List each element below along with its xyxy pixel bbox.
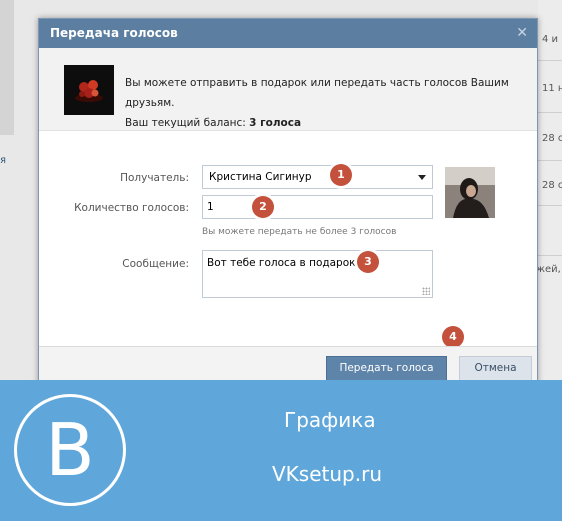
logo-letter: B	[45, 408, 95, 492]
step-marker-4: 4	[442, 326, 464, 348]
background-item: 11 н	[542, 83, 562, 94]
chevron-down-icon	[418, 175, 426, 180]
recipient-avatar	[445, 167, 495, 218]
background-left-panel	[0, 0, 14, 135]
step-marker-2: 2	[252, 196, 274, 218]
cancel-button[interactable]: Отмена	[459, 356, 532, 381]
step-marker-1: 1	[330, 164, 352, 186]
background-item: 4 и	[542, 34, 559, 45]
close-icon[interactable]: ✕	[516, 25, 528, 41]
divider	[538, 205, 562, 206]
watermark-banner: B Графика VKsetup.ru	[0, 380, 562, 521]
dialog-header: Передача голосов ✕	[39, 19, 537, 48]
divider	[538, 255, 562, 256]
recipient-select[interactable]: Кристина Сигинур	[202, 165, 433, 189]
info-panel: Вы можете отправить в подарок или переда…	[39, 48, 537, 131]
balance-line: Ваш текущий баланс: 3 голоса	[125, 113, 537, 133]
background-item: 28 с	[542, 133, 562, 144]
message-label: Сообщение:	[122, 258, 189, 270]
message-value: Вот тебе голоса в подарок	[207, 257, 356, 269]
votes-hint: Вы можете передать не более 3 голосов	[202, 227, 397, 237]
info-text: Вы можете отправить в подарок или переда…	[125, 73, 537, 133]
message-textarea[interactable]: Вот тебе голоса в подарок	[202, 250, 433, 298]
balance-value: 3 голоса	[249, 117, 302, 129]
banner-title: Графика	[284, 408, 376, 432]
transfer-votes-button[interactable]: Передать голоса	[326, 356, 447, 381]
votes-label: Количество голосов:	[74, 202, 189, 214]
gift-image	[64, 65, 114, 115]
divider	[538, 60, 562, 61]
divider	[538, 112, 562, 113]
background-item: 28 с	[542, 180, 562, 191]
divider	[538, 160, 562, 161]
step-marker-3: 3	[357, 251, 379, 273]
recipient-value: Кристина Сигинур	[209, 171, 312, 183]
info-line: Вы можете отправить в подарок или переда…	[125, 77, 509, 109]
background-item: жей, е	[536, 264, 562, 275]
resize-handle[interactable]	[422, 287, 430, 295]
vote-transfer-dialog: Передача голосов ✕ Вы можете отправить в…	[38, 18, 538, 388]
dialog-title: Передача голосов	[50, 26, 178, 40]
banner-site: VKsetup.ru	[272, 462, 382, 486]
vk-logo: B	[14, 394, 126, 506]
votes-input[interactable]: 1	[202, 195, 433, 219]
votes-value: 1	[207, 201, 214, 213]
balance-label: Ваш текущий баланс:	[125, 117, 246, 129]
background-left-link: я	[0, 155, 7, 166]
recipient-label: Получатель:	[120, 172, 189, 184]
